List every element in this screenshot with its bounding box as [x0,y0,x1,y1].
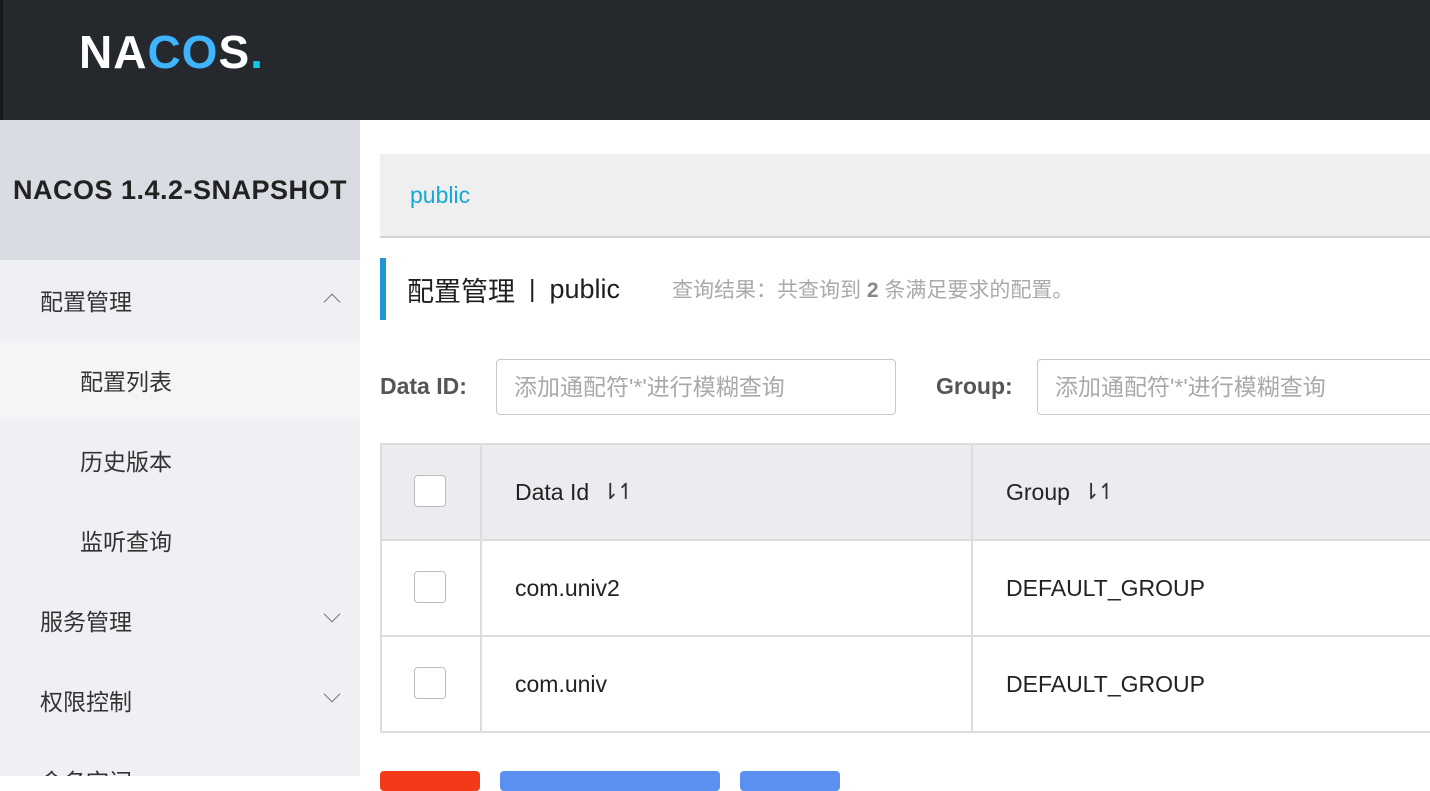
sidebar-item-label: 历史版本 [80,449,172,475]
table-row: com.univ2 DEFAULT_GROUP [382,541,1430,637]
page-header: 配置管理 | public 查询结果：共查询到 2 条满足要求的配置。 [380,258,1430,320]
row-checkbox-cell [382,637,482,731]
sidebar-item-label: 配置列表 [80,369,172,395]
sidebar-item-config-list[interactable]: 配置列表 [0,340,360,420]
sidebar-item-label: 命名空间 [40,763,132,776]
result-count: 2 [866,279,879,302]
sidebar-item-label: 监听查询 [80,529,172,555]
page-namespace: public [549,273,621,304]
sort-icon[interactable]: ⇂↿ [1082,479,1116,505]
select-all-checkbox[interactable] [414,475,446,507]
header-checkbox-cell [382,445,482,539]
namespace-link-public[interactable]: public [410,182,470,209]
namespace-bar: public [380,154,1430,238]
sort-icon[interactable]: ⇂↿ [601,479,635,505]
sidebar-item-service-management[interactable]: 服务管理 [0,580,360,660]
top-navbar: NACOS. [0,0,1430,120]
group-search-input[interactable] [1037,359,1430,415]
column-header-data-id[interactable]: Data Id ⇂↿ [482,445,973,539]
row-checkbox-cell [382,541,482,635]
title-accent-bar [380,258,386,320]
sidebar-item-config-management[interactable]: 配置管理 [0,260,360,340]
group-label: Group: [936,373,1013,399]
chevron-down-icon [323,605,341,623]
row-checkbox[interactable] [414,667,446,699]
page-title: 配置管理 [407,276,515,307]
result-summary: 查询结果：共查询到 2 条满足要求的配置。 [672,274,1073,304]
nacos-logo[interactable]: NACOS. [79,27,264,77]
cell-group: DEFAULT_GROUP [1006,574,1205,601]
row-checkbox[interactable] [414,571,446,603]
cell-group: DEFAULT_GROUP [1006,670,1205,697]
table-header-row: Data Id ⇂↿ Group ⇂↿ [382,445,1430,541]
column-label-group: Group [1006,478,1070,505]
main-content: public 配置管理 | public 查询结果：共查询到 2 条满足要求的配… [380,154,1430,791]
sidebar-item-listener-query[interactable]: 监听查询 [0,500,360,580]
data-id-search-input[interactable] [496,359,896,415]
column-header-group[interactable]: Group ⇂↿ [973,445,1430,539]
logo-text-b: S [218,26,251,78]
cell-data-id: com.univ2 [482,541,973,635]
logo-text-a: NA [79,26,148,78]
chevron-up-icon [323,293,341,311]
data-id-label: Data ID: [380,373,467,399]
batch-action-bar [380,771,1430,791]
column-label-data-id: Data Id [515,478,590,505]
logo-dot: . [250,26,264,78]
sidebar: NACOS 1.4.2-SNAPSHOT 配置管理 配置列表 历史版本 监听查询… [0,120,360,776]
delete-button[interactable] [380,771,480,791]
config-table: Data Id ⇂↿ Group ⇂↿ com.univ2 DEFAULT_GR… [380,443,1430,733]
export-selected-button[interactable] [500,771,720,791]
topbar-edge [0,0,3,120]
sidebar-item-access-control[interactable]: 权限控制 [0,660,360,740]
cell-data-id: com.univ [482,637,973,731]
search-row: Data ID: Group: [380,359,1430,415]
sidebar-item-label: 服务管理 [40,609,132,635]
logo-text-oo: CO [147,26,219,78]
table-row: com.univ DEFAULT_GROUP [382,637,1430,733]
sidebar-item-label: 权限控制 [40,689,132,715]
chevron-down-icon [323,685,341,703]
title-separator: | [529,274,536,303]
version-title: NACOS 1.4.2-SNAPSHOT [0,120,360,260]
sidebar-item-label: 配置管理 [40,289,132,315]
sidebar-item-namespace[interactable]: 命名空间 [0,740,360,776]
clone-button[interactable] [740,771,840,791]
result-prefix: 查询结果：共查询到 [672,279,862,302]
sidebar-item-history[interactable]: 历史版本 [0,420,360,500]
result-suffix: 条满足要求的配置。 [884,279,1074,302]
